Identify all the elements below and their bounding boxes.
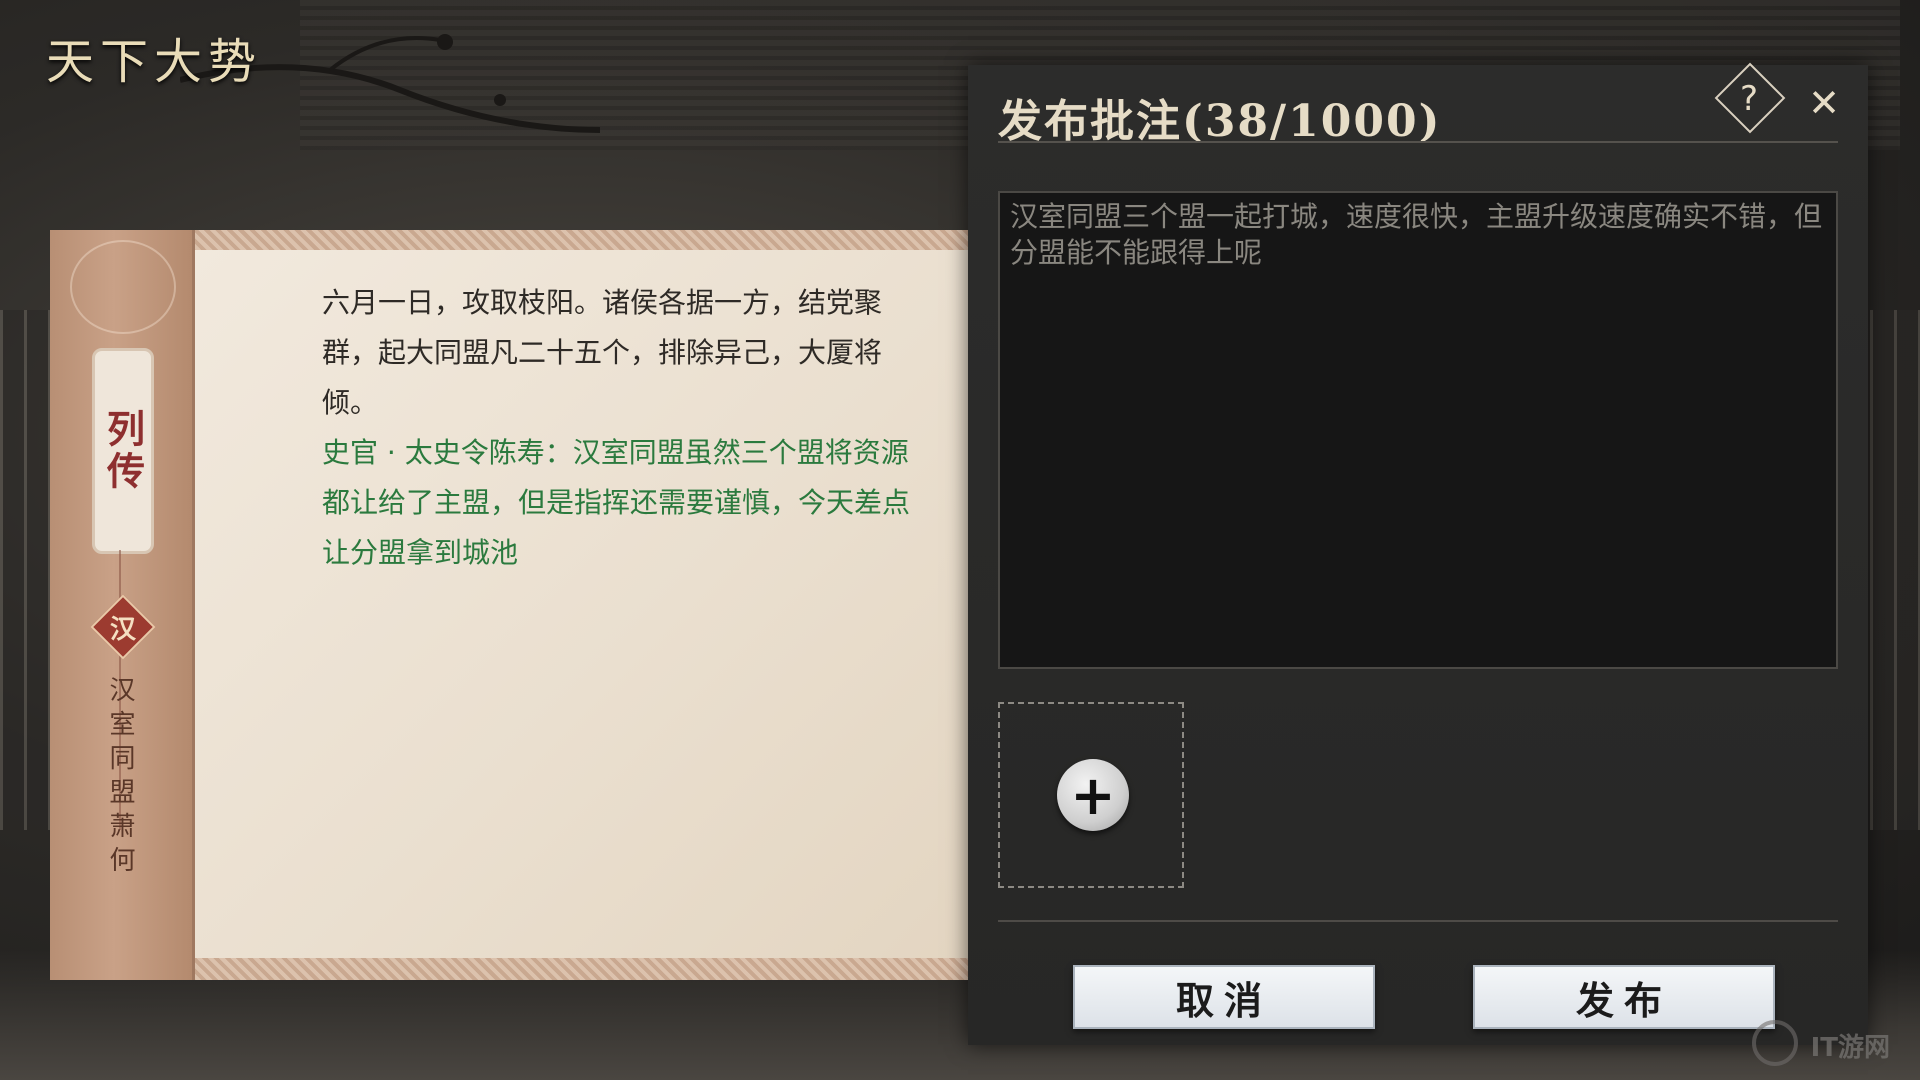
cancel-button[interactable]: 取消 <box>1073 965 1375 1029</box>
biography-tag-label: 列传 <box>100 409 146 493</box>
plus-icon[interactable]: + <box>1057 759 1129 831</box>
historian-annotation: 史官 · 太史令陈寿：汉室同盟虽然三个盟将资源都让给了主盟，但是指挥还需要谨慎，… <box>322 436 911 569</box>
help-button[interactable]: ? <box>1723 73 1775 125</box>
dialog-title: 发布批注(38/1000) <box>998 96 1442 147</box>
title-divider <box>998 141 1838 143</box>
watermark-logo-icon <box>1752 1020 1798 1066</box>
watermark: IT游网 <box>1810 1033 1890 1063</box>
comment-textarea[interactable]: 汉室同盟三个盟一起打城，速度很快，主盟升级速度确实不错，但分盟能不能跟得上呢 <box>998 191 1838 669</box>
image-upload-slot[interactable]: + <box>998 702 1184 888</box>
page-title: 天下大势 <box>46 34 263 90</box>
close-icon[interactable]: ✕ <box>1804 81 1844 125</box>
cloud-pattern <box>70 240 176 334</box>
chronicle-scroll: 列传 汉 汉室同盟萧何 六月一日，攻取枝阳。诸侯各据一方，结党聚群，起大同盟凡二… <box>50 230 970 980</box>
background-window-left <box>0 310 50 830</box>
event-text: 六月一日，攻取枝阳。诸侯各据一方，结党聚群，起大同盟凡二十五个，排除异己，大厦将… <box>322 286 883 419</box>
publish-button[interactable]: 发布 <box>1473 965 1775 1029</box>
biography-tag[interactable]: 列传 <box>92 348 154 554</box>
alliance-name: 汉室同盟萧何 <box>105 676 135 880</box>
scroll-spine: 列传 汉 汉室同盟萧何 <box>50 230 195 980</box>
publish-annotation-dialog: 发布批注(38/1000) ? ✕ 汉室同盟三个盟一起打城，速度很快，主盟升级速… <box>968 62 1868 1045</box>
background-window-right <box>1870 310 1920 830</box>
scroll-content: 六月一日，攻取枝阳。诸侯各据一方，结党聚群，起大同盟凡二十五个，排除异己，大厦将… <box>322 278 922 578</box>
scroll-bottom-border <box>190 958 970 980</box>
faction-seal-label: 汉 <box>109 614 136 645</box>
scroll-top-border <box>190 230 970 250</box>
footer-divider <box>998 920 1838 922</box>
